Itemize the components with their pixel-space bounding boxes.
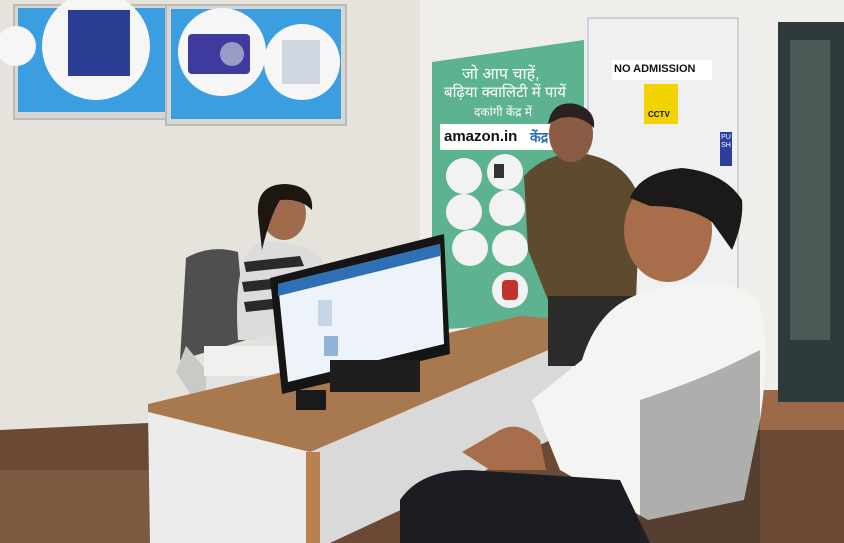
banner-line-1: जो आप चाहें,	[462, 66, 540, 83]
banner-line-3: दकांगी केंद्र में	[474, 105, 532, 119]
push-sign: PUSH	[721, 134, 731, 149]
cctv-sign: CCTV	[648, 110, 670, 119]
no-admission-sign: NO ADMISSION	[614, 63, 696, 75]
scene-graphics	[0, 0, 844, 543]
banner-brand-suffix: केंद्र	[530, 129, 549, 145]
banner-brand: amazon.in	[444, 128, 518, 145]
photo-scene: जो आप चाहें, बढ़िया क्वालिटी में पायें द…	[0, 0, 844, 543]
banner-line-2: बढ़िया क्वालिटी में पायें	[444, 84, 566, 101]
